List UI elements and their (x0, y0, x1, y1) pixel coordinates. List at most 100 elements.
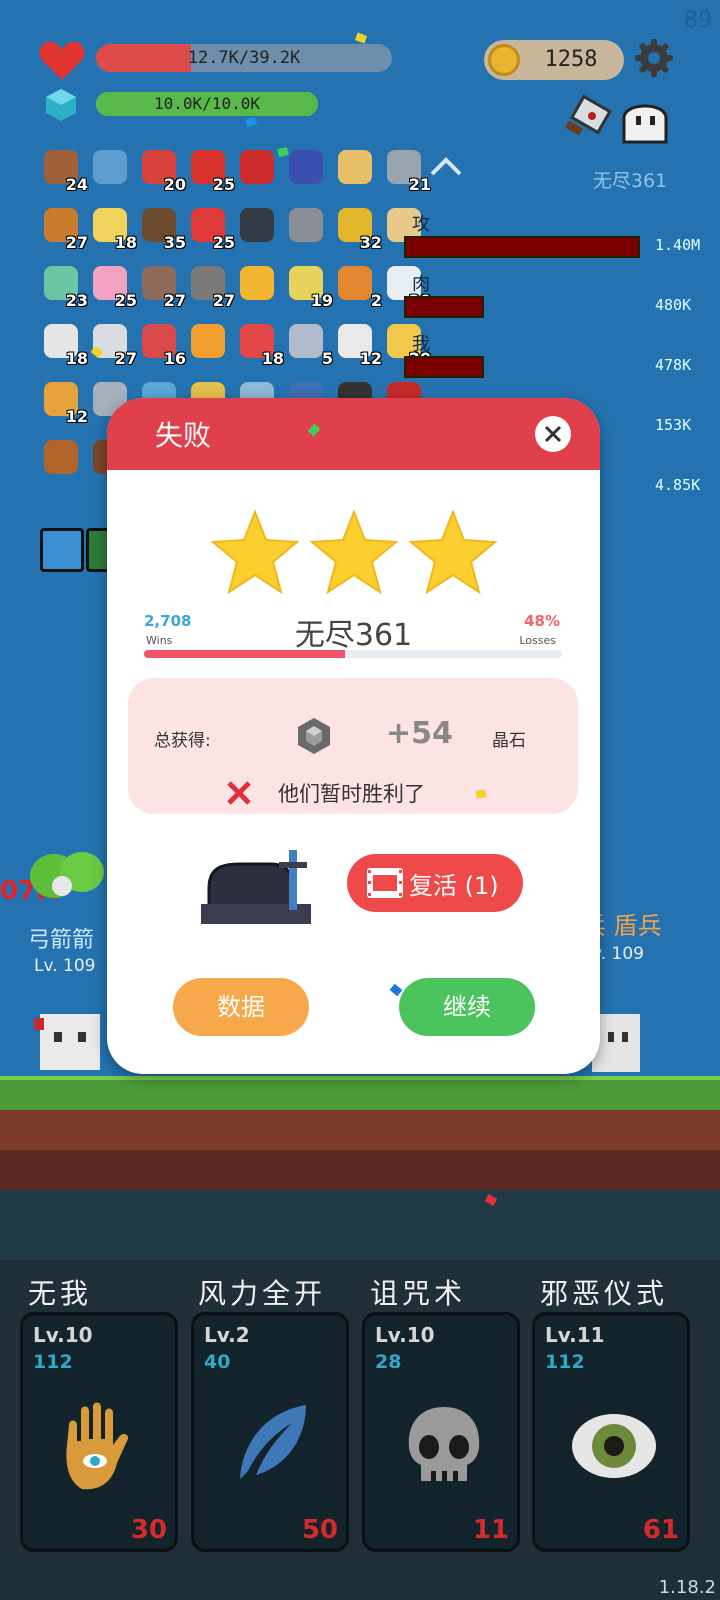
mana-text: 10.0K/10.0K (154, 94, 260, 113)
item-slot[interactable]: 18 (40, 320, 88, 368)
archer-unit-icon (34, 1014, 100, 1070)
item-count: 12 (65, 407, 88, 426)
item-slot[interactable]: 12 (40, 378, 88, 426)
atom-icon (289, 324, 323, 358)
ground-dirt-dark (0, 1150, 720, 1190)
skill-cost: 50 (301, 1515, 338, 1545)
item-slot[interactable]: 32 (334, 204, 382, 252)
close-button[interactable] (535, 416, 571, 452)
item-slot[interactable] (334, 146, 378, 190)
chevron-up-icon[interactable] (428, 150, 464, 186)
skill-value: 112 (545, 1351, 585, 1373)
mana-gem-icon (46, 89, 76, 121)
skill-cost: 61 (642, 1515, 679, 1545)
item-slot[interactable]: 24 (40, 146, 88, 194)
item-count: 19 (310, 291, 333, 310)
skill-card[interactable]: Lv.2 40 50 (191, 1312, 349, 1552)
skill-card[interactable]: Lv.10 28 11 (362, 1312, 520, 1552)
skill-value: 40 (204, 1351, 231, 1373)
item-slot[interactable] (285, 204, 329, 248)
win-loss-progress (144, 650, 562, 658)
item-count: 2 (370, 291, 382, 310)
item-slot[interactable]: 23 (40, 262, 88, 310)
defeat-dialog: 失败 2,708 Wins 无尽361 48% Losses 总获得: +54 … (107, 398, 600, 1074)
item-slot[interactable]: 27 (138, 262, 186, 310)
version-label: 1.18.2 (658, 1577, 716, 1598)
ground-grass (0, 1076, 720, 1110)
item-slot[interactable]: 16 (138, 320, 186, 368)
item-slot[interactable]: 12 (334, 320, 382, 368)
stage-label: 无尽361 (592, 170, 668, 192)
item-count: 18 (261, 349, 284, 368)
item-slot[interactable]: 21 (383, 146, 431, 194)
eye-icon (572, 1414, 656, 1478)
crystal-icon (298, 718, 330, 754)
tombstone-sword-icon (201, 850, 311, 924)
ghost-icon[interactable] (620, 94, 670, 146)
item-slot[interactable]: 19 (285, 262, 333, 310)
item-count: 5 (321, 349, 333, 368)
skull-icon (408, 1407, 480, 1481)
item-slot[interactable] (236, 146, 280, 190)
item-slot[interactable]: 27 (89, 320, 137, 368)
damage-value: 4.85K (655, 476, 701, 494)
item-slot[interactable] (187, 320, 231, 364)
gear-icon[interactable] (634, 38, 674, 78)
skill-value: 112 (33, 1351, 73, 1373)
cleaver-icon[interactable] (562, 94, 618, 142)
item-slot[interactable]: 5 (285, 320, 333, 368)
continue-button[interactable]: 继续 (399, 978, 535, 1036)
skill-title: 邪恶仪式 (540, 1277, 669, 1310)
item-count: 25 (212, 233, 235, 252)
mana-bar: 10.0K/10.0K (96, 92, 318, 116)
item-slot[interactable]: 25 (187, 204, 235, 252)
item-slot[interactable]: 18 (89, 204, 137, 252)
item-slot[interactable] (236, 204, 280, 248)
item-count: 18 (114, 233, 137, 252)
item-slot[interactable]: 25 (89, 262, 137, 310)
item-slot[interactable] (89, 146, 133, 190)
sun-icon (240, 266, 274, 300)
fps-counter: 89 (684, 8, 712, 33)
stats-button[interactable]: 数据 (173, 978, 309, 1036)
health-text: 12.7K/39.2K (187, 48, 301, 68)
item-slot[interactable]: 2 (334, 262, 382, 310)
item-count: 20 (163, 175, 186, 194)
item-slot[interactable]: 18 (236, 320, 284, 368)
skill-title: 诅咒术 (370, 1277, 467, 1310)
scroll-icon (338, 150, 372, 184)
item-slot[interactable]: 27 (40, 204, 88, 252)
item-count: 27 (65, 233, 88, 252)
wizard-hat-icon (289, 150, 323, 184)
dialog-title: 失败 (155, 419, 212, 452)
reward-label: 总获得: (154, 731, 211, 751)
slime-icon (30, 852, 104, 898)
skill-level: Lv.11 (545, 1323, 605, 1347)
damage-value: 480K (655, 296, 692, 314)
item-slot[interactable] (40, 436, 84, 480)
reward-amount: +54 (386, 716, 453, 751)
item-slot[interactable]: 25 (187, 146, 235, 194)
health-bar: 12.7K/39.2K (96, 44, 392, 72)
damage-bar (404, 356, 485, 378)
item-slot[interactable] (236, 262, 280, 306)
frame-card-icon[interactable] (40, 528, 84, 572)
item-slot[interactable] (285, 146, 329, 190)
skill-card[interactable]: Lv.10 112 30 (20, 1312, 178, 1552)
item-count: 32 (359, 233, 382, 252)
item-slot[interactable]: 20 (138, 146, 186, 194)
empty-slot-icon (93, 150, 127, 184)
item-count: 12 (359, 349, 382, 368)
skill-card[interactable]: Lv.11 112 61 (532, 1312, 690, 1552)
left-unit-level: Lv. 109 (34, 956, 96, 976)
skull-book-icon (240, 208, 274, 242)
star-icon (409, 510, 497, 594)
skill-title: 无我 (28, 1277, 93, 1310)
spike-ball-icon (289, 208, 323, 242)
revive-button[interactable]: 复活 (1) (347, 854, 523, 912)
item-count: 18 (65, 349, 88, 368)
skill-cost: 11 (472, 1515, 509, 1545)
item-slot[interactable]: 27 (187, 262, 235, 310)
damage-bar (404, 296, 485, 318)
item-slot[interactable]: 35 (138, 204, 186, 252)
